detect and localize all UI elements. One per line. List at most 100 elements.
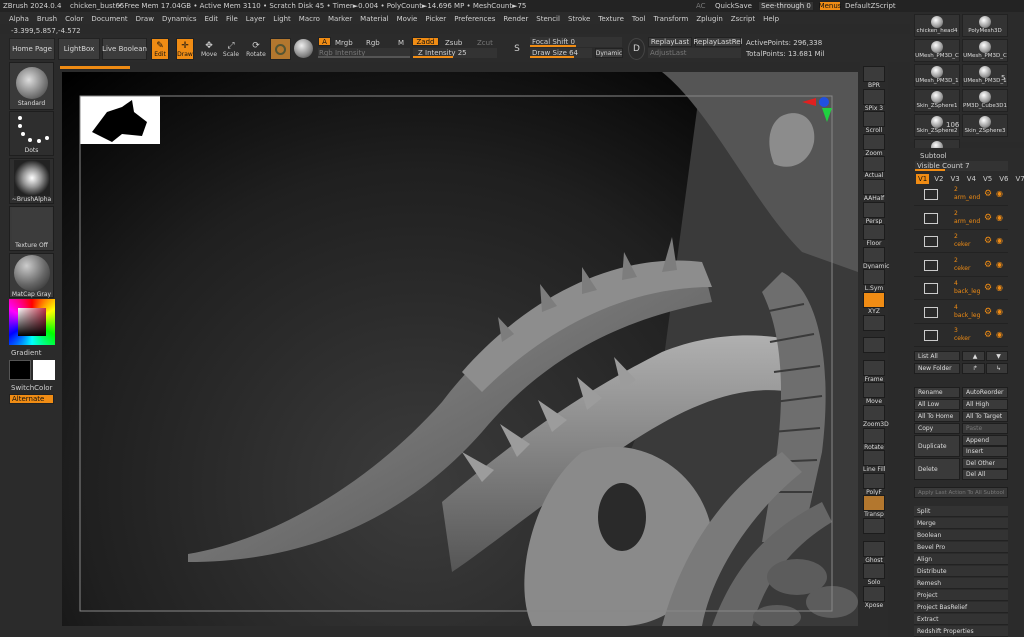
mrgb-toggle[interactable]: Mrgb — [335, 39, 353, 47]
right-shelf-tool-5[interactable]: AAHalf — [863, 179, 885, 202]
move-up-button[interactable]: ▲ — [962, 351, 985, 361]
menu-item-texture[interactable]: Texture — [598, 15, 624, 23]
subtool-tab-v2[interactable]: V2 — [932, 174, 945, 184]
stroke-s-icon[interactable]: S — [508, 38, 526, 60]
eye-icon[interactable]: ◉ — [996, 307, 1003, 316]
replay-last-rel-button[interactable]: ReplayLastRel — [693, 37, 743, 47]
delete-button[interactable]: Delete — [914, 458, 960, 480]
see-through-slider[interactable]: See-through 0 — [758, 1, 814, 11]
right-shelf-tool-7[interactable]: Floor — [863, 224, 885, 247]
subtool-row[interactable]: 4 back_leg ⚙ ◉ — [914, 302, 1008, 324]
tool-item[interactable]: PolyMesh3D — [962, 14, 1008, 37]
all-high-button[interactable]: All High — [962, 399, 1008, 410]
append-button[interactable]: Append — [962, 435, 1008, 446]
insert-button[interactable]: Insert — [962, 446, 1008, 457]
subtool-row[interactable]: 3 ceker ⚙ ◉ — [914, 325, 1008, 347]
menu-item-render[interactable]: Render — [503, 15, 528, 23]
right-shelf-tool-8[interactable]: Dynamic — [863, 246, 889, 270]
menu-item-help[interactable]: Help — [763, 15, 779, 23]
ac-label[interactable]: AC — [696, 2, 706, 10]
menu-item-movie[interactable]: Movie — [397, 15, 418, 23]
new-folder-button[interactable]: New Folder — [914, 363, 960, 374]
move-down-branch-button[interactable]: ↳ — [986, 363, 1008, 374]
menu-item-marker[interactable]: Marker — [328, 15, 352, 23]
live-boolean-button[interactable]: Live Boolean — [102, 38, 147, 60]
copy-button[interactable]: Copy — [914, 423, 960, 434]
right-shelf-tool-22[interactable]: Solo — [863, 563, 885, 586]
subtool-menu-distribute[interactable]: Distribute — [914, 566, 1008, 577]
draw-button[interactable]: ✛ Draw — [176, 38, 194, 60]
duplicate-button[interactable]: Duplicate — [914, 435, 960, 457]
menu-item-tool[interactable]: Tool — [632, 15, 646, 23]
gear-icon[interactable]: ⚙ — [984, 330, 992, 340]
tool-item[interactable]: Skin_ZSphere3 — [962, 114, 1008, 137]
right-shelf-tool-14[interactable]: Move — [863, 382, 885, 405]
menu-item-light[interactable]: Light — [273, 15, 290, 23]
menu-item-document[interactable]: Document — [91, 15, 127, 23]
sphere-brush-icon[interactable] — [294, 39, 313, 58]
eye-icon[interactable]: ◉ — [996, 260, 1003, 269]
right-shelf-tool-21[interactable]: Ghost — [863, 540, 885, 564]
subtool-menu-remesh[interactable]: Remesh — [914, 578, 1008, 589]
material-swatch-button[interactable] — [270, 38, 291, 60]
eye-icon[interactable]: ◉ — [996, 283, 1003, 292]
subtool-menu-bevel-pro[interactable]: Bevel Pro — [914, 542, 1008, 553]
replay-last-button[interactable]: ReplayLast — [648, 37, 692, 47]
del-all-button[interactable]: Del All — [962, 469, 1008, 480]
tool-item[interactable]: PM3D_Cube3D1 — [962, 89, 1008, 112]
eye-icon[interactable]: ◉ — [996, 330, 1003, 339]
menu-item-stencil[interactable]: Stencil — [536, 15, 560, 23]
gear-icon[interactable]: ⚙ — [984, 236, 992, 246]
auto-reorder-button[interactable]: AutoReorder — [962, 387, 1008, 398]
menu-item-preferences[interactable]: Preferences — [454, 15, 495, 23]
right-shelf-tool-1[interactable]: SPix 3 — [863, 88, 885, 112]
menu-item-brush[interactable]: Brush — [37, 15, 57, 23]
quicksave-button[interactable]: QuickSave — [715, 2, 752, 10]
list-all-button[interactable]: List All — [914, 351, 960, 361]
right-shelf-tool-15[interactable]: Zoom3D — [863, 405, 889, 428]
zcut-toggle[interactable]: Zcut — [477, 39, 493, 47]
tool-item[interactable]: Skin_ZSphere1 — [914, 89, 960, 112]
edit-button[interactable]: ✎ Edit — [151, 38, 169, 60]
subtool-row[interactable]: 2 arm_end ⚙ ◉ — [914, 208, 1008, 230]
right-shelf-tool-9[interactable]: L.Sym — [863, 269, 885, 292]
del-other-button[interactable]: Del Other — [962, 458, 1008, 469]
subtool-row[interactable]: 2 ceker ⚙ ◉ — [914, 255, 1008, 277]
scale-button[interactable]: ⤢ Scale — [222, 38, 240, 60]
menu-item-draw[interactable]: Draw — [136, 15, 154, 23]
paste-button[interactable]: Paste — [962, 423, 1008, 434]
right-shelf-tool-10[interactable]: XYZ — [863, 292, 885, 315]
move-up-branch-button[interactable]: ↱ — [962, 363, 985, 374]
right-shelf-tool-13[interactable]: Frame — [863, 359, 885, 383]
eye-icon[interactable]: ◉ — [996, 236, 1003, 245]
rename-button[interactable]: Rename — [914, 387, 960, 398]
right-shelf-tool-2[interactable]: Scroll — [863, 111, 885, 134]
z-intensity-slider[interactable]: Z Intensity 25 — [413, 48, 497, 58]
subtool-menu-project[interactable]: Project — [914, 590, 1008, 601]
m-toggle[interactable]: M — [398, 39, 404, 47]
rgb-toggle[interactable]: Rgb — [366, 39, 380, 47]
right-shelf-tool-17[interactable]: Line Fill — [863, 450, 885, 473]
subtool-header[interactable]: Subtool — [920, 152, 947, 160]
all-to-target-button[interactable]: All To Target — [962, 411, 1008, 422]
switch-color-button[interactable]: SwitchColor — [11, 384, 52, 392]
color-picker[interactable] — [9, 299, 55, 345]
subtool-tab-v5[interactable]: V5 — [981, 174, 994, 184]
axis-gizmo[interactable] — [802, 94, 832, 134]
lightbox-button[interactable]: LightBox — [58, 38, 100, 60]
alpha-slot[interactable]: ~BrushAlpha — [9, 158, 54, 204]
move-button[interactable]: ✥ Move — [200, 38, 218, 60]
dynamic-button[interactable]: Dynamic — [595, 48, 623, 58]
tool-item[interactable]: chicken_head4 — [914, 14, 960, 37]
subtool-menu-project-basrelief[interactable]: Project BasRelief — [914, 602, 1008, 613]
menu-item-layer[interactable]: Layer — [246, 15, 266, 23]
right-shelf-tool-20[interactable] — [863, 518, 885, 534]
tool-item[interactable]: UMesh_PM3D_C — [914, 39, 960, 62]
right-shelf-tool-19[interactable]: Transp — [863, 495, 885, 518]
material-slot[interactable]: MatCap Gray — [9, 253, 54, 298]
right-shelf-tool-4[interactable]: Actual — [863, 156, 885, 179]
subtool-menu-split[interactable]: Split — [914, 506, 1008, 517]
eye-icon[interactable]: ◉ — [996, 189, 1003, 198]
alternate-button[interactable]: Alternate — [9, 394, 54, 404]
gear-icon[interactable]: ⚙ — [984, 307, 992, 317]
